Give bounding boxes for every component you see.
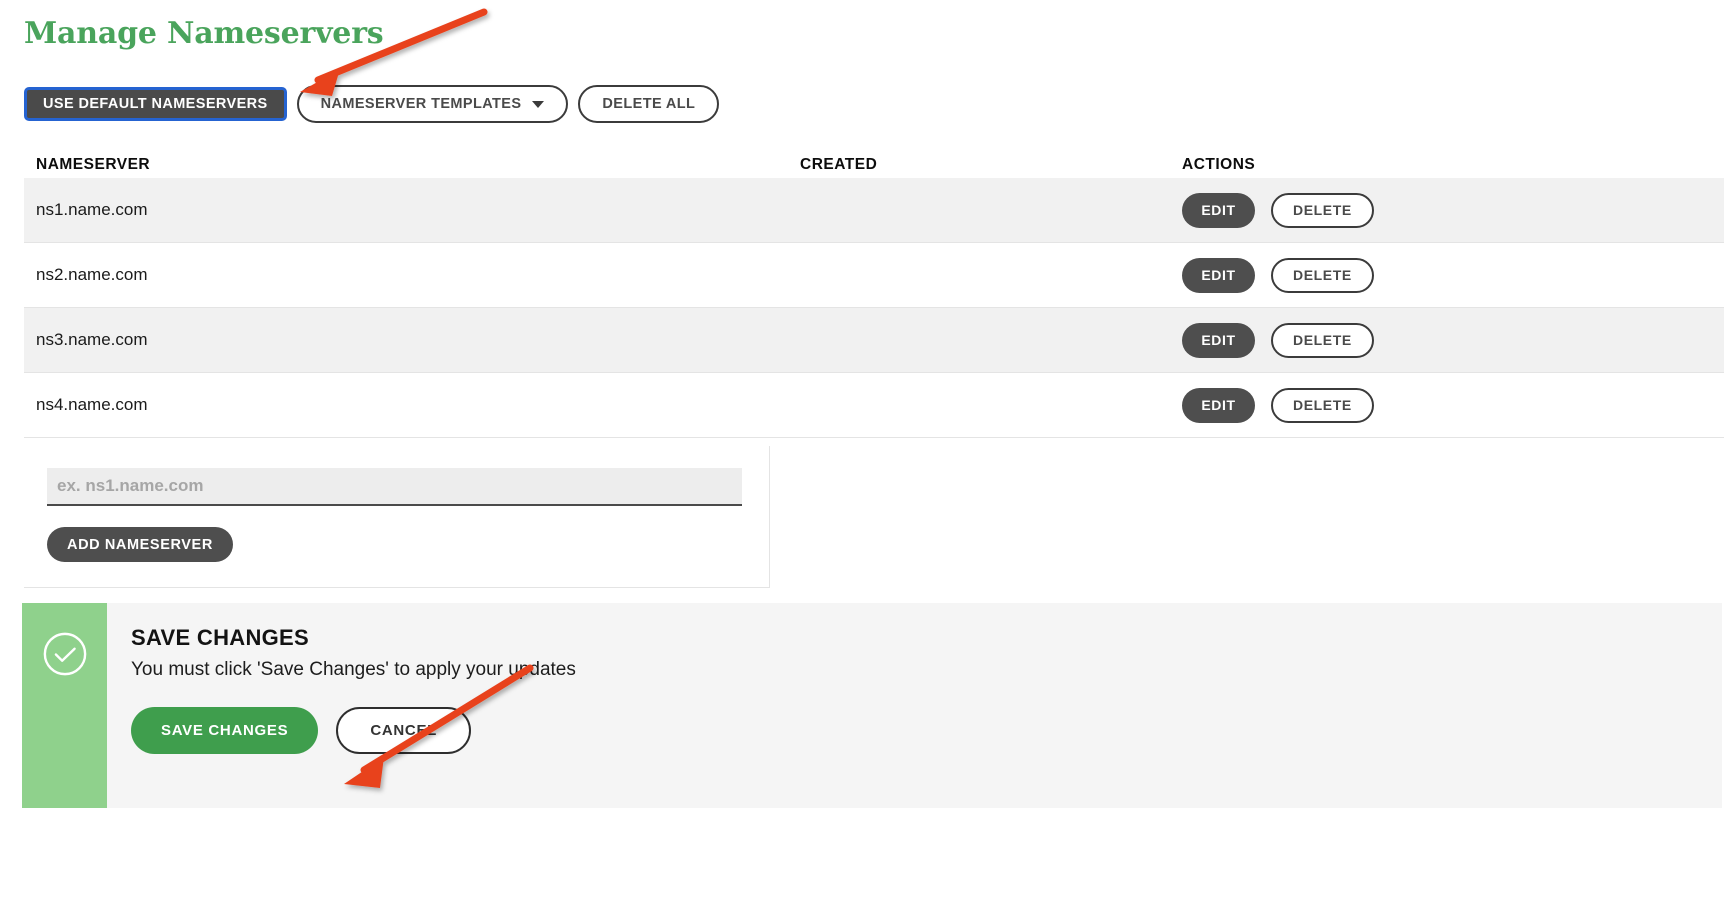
table-row: ns4.name.com EDIT DELETE <box>24 373 1724 438</box>
cell-actions: EDIT DELETE <box>1182 257 1724 293</box>
delete-button[interactable]: DELETE <box>1271 387 1374 423</box>
table-row: ns3.name.com EDIT DELETE <box>24 308 1724 373</box>
check-circle-icon <box>43 632 86 676</box>
edit-button[interactable]: EDIT <box>1182 322 1255 358</box>
nameserver-templates-dropdown[interactable]: NAMESERVER TEMPLATES <box>296 85 569 123</box>
save-changes-panel: SAVE CHANGES You must click 'Save Change… <box>22 603 1722 808</box>
cell-actions: EDIT DELETE <box>1182 192 1724 228</box>
save-panel-actions: SAVE CHANGES CANCEL <box>131 707 1722 754</box>
nameservers-table: NAMESERVER CREATED ACTIONS ns1.name.com … <box>24 140 1724 438</box>
header-nameserver: NAMESERVER <box>36 156 151 173</box>
cell-actions: EDIT DELETE <box>1182 387 1724 423</box>
use-default-nameservers-button[interactable]: USE DEFAULT NAMESERVERS <box>24 87 287 121</box>
header-created: CREATED <box>800 156 878 173</box>
cell-actions: EDIT DELETE <box>1182 322 1724 358</box>
save-changes-button[interactable]: SAVE CHANGES <box>131 707 319 754</box>
table-row: ns1.name.com EDIT DELETE <box>24 178 1724 243</box>
nameserver-input[interactable] <box>47 468 742 506</box>
page-title: Manage Nameservers <box>24 16 384 51</box>
nameserver-templates-label: NAMESERVER TEMPLATES <box>320 96 522 112</box>
table-row: ns2.name.com EDIT DELETE <box>24 243 1724 308</box>
chevron-down-icon <box>532 100 545 108</box>
save-panel-accent-bar <box>22 603 107 808</box>
delete-all-button[interactable]: DELETE ALL <box>578 85 720 123</box>
header-actions: ACTIONS <box>1182 156 1256 173</box>
save-panel-title: SAVE CHANGES <box>131 625 309 650</box>
edit-button[interactable]: EDIT <box>1182 257 1255 293</box>
cell-nameserver: ns2.name.com <box>36 265 148 284</box>
table-header-row: NAMESERVER CREATED ACTIONS <box>24 140 1724 178</box>
delete-button[interactable]: DELETE <box>1271 322 1374 358</box>
edit-button[interactable]: EDIT <box>1182 192 1255 228</box>
delete-button[interactable]: DELETE <box>1271 192 1374 228</box>
cell-nameserver: ns1.name.com <box>36 200 148 219</box>
save-panel-body: SAVE CHANGES You must click 'Save Change… <box>107 603 1722 808</box>
edit-button[interactable]: EDIT <box>1182 387 1255 423</box>
add-nameserver-button[interactable]: ADD NAMESERVER <box>47 527 233 562</box>
nameserver-toolbar: USE DEFAULT NAMESERVERS NAMESERVER TEMPL… <box>24 85 720 123</box>
cell-nameserver: ns3.name.com <box>36 330 148 349</box>
cancel-button[interactable]: CANCEL <box>336 707 472 754</box>
delete-button[interactable]: DELETE <box>1271 257 1374 293</box>
cell-nameserver: ns4.name.com <box>36 395 148 414</box>
manage-nameservers-page: Manage Nameservers USE DEFAULT NAMESERVE… <box>0 0 1736 914</box>
save-panel-description: You must click 'Save Changes' to apply y… <box>131 659 576 680</box>
add-nameserver-panel: ADD NAMESERVER <box>24 446 770 588</box>
